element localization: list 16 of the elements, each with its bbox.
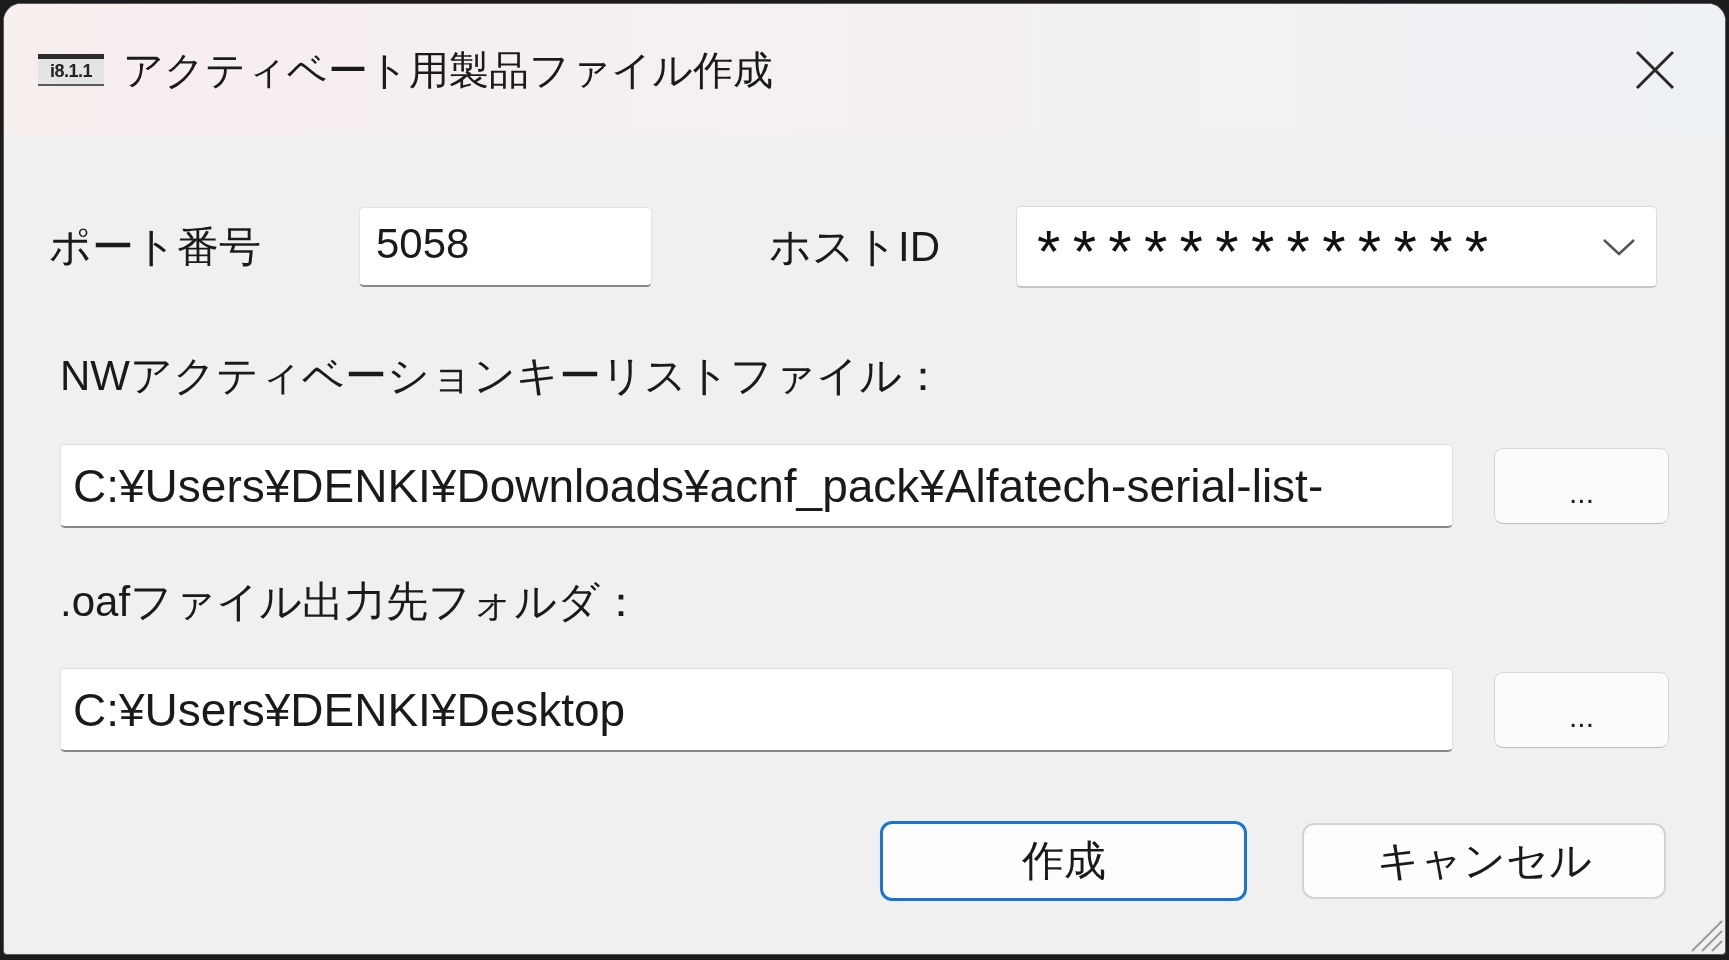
chevron-down-icon (1602, 237, 1636, 256)
browse-button[interactable]: ... (1494, 672, 1669, 748)
field-label: .oafファイル出力先フォルダ： (60, 578, 643, 626)
browse-button[interactable]: ... (1494, 448, 1669, 524)
host-id-dropdown[interactable]: ************* (1016, 206, 1657, 288)
cancel-button[interactable]: キャンセル (1302, 823, 1666, 899)
path-input[interactable]: C:¥Users¥DENKI¥Desktop (60, 668, 1453, 752)
create-button[interactable]: 作成 (880, 821, 1247, 901)
app-icon-badge: i8.1.1 (38, 53, 104, 86)
field-label: NWアクティベーションキーリストファイル： (60, 352, 944, 400)
host-id-label: ホストID (769, 223, 941, 271)
window-title: アクティベート用製品ファイル作成 (123, 46, 773, 94)
path-input[interactable]: C:¥Users¥DENKI¥Downloads¥acnf_pack¥Alfatech-serial-list- (60, 444, 1453, 528)
close-icon (1635, 49, 1675, 90)
port-input[interactable]: 5058 (359, 207, 652, 287)
port-label: ポート番号 (49, 223, 262, 271)
